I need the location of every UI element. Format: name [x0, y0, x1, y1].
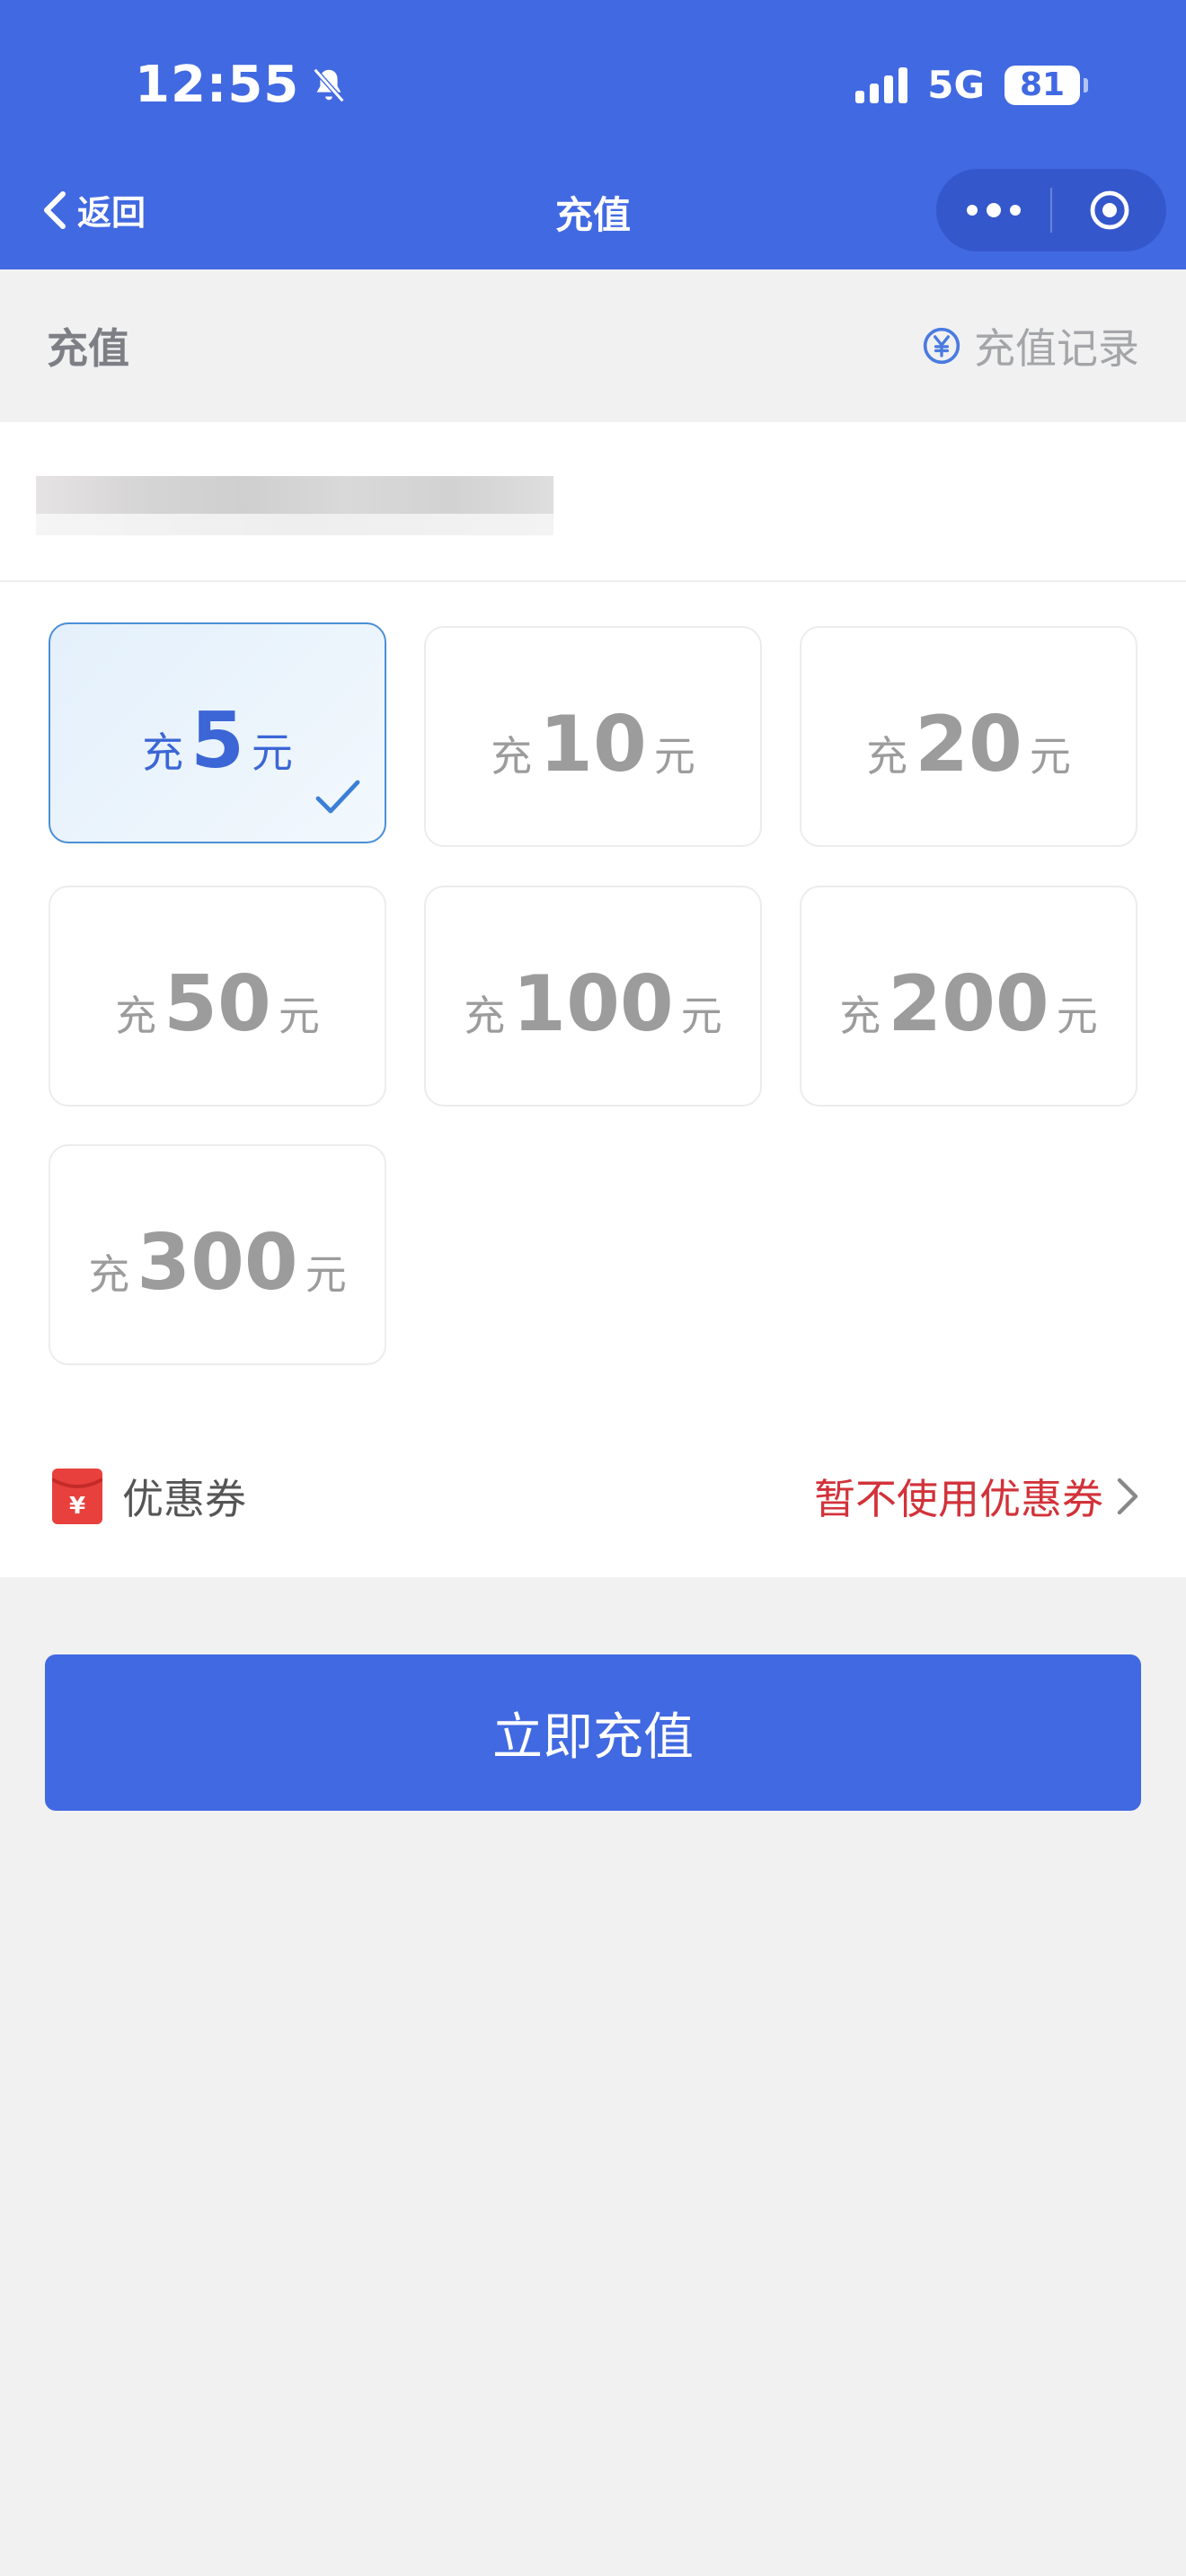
account-card — [0, 422, 1186, 582]
status-time-text: 12:55 — [135, 56, 300, 114]
amount-option-5[interactable]: 充 5 元 — [49, 622, 386, 843]
coupon-selector[interactable]: 暂不使用优惠券 — [814, 1467, 1139, 1526]
bell-muted-icon — [313, 67, 345, 102]
more-dots-icon — [966, 203, 1021, 217]
option-suffix: 元 — [251, 728, 293, 777]
section-title: 充值 — [47, 324, 129, 373]
option-suffix: 元 — [305, 1250, 347, 1299]
option-amount: 5 — [190, 696, 244, 786]
option-prefix: 充 — [142, 728, 184, 777]
option-amount: 200 — [888, 959, 1049, 1049]
more-button[interactable] — [936, 169, 1050, 251]
yuan-circle-icon — [923, 327, 960, 365]
red-envelope-icon: ¥ — [52, 1469, 102, 1524]
redacted-account-info-shadow — [36, 514, 553, 535]
option-suffix: 元 — [1029, 732, 1071, 781]
status-time: 12:55 — [135, 56, 350, 114]
checkmark-icon — [315, 780, 360, 814]
chevron-right-icon — [1117, 1478, 1138, 1515]
miniprogram-capsule — [936, 169, 1166, 251]
option-amount: 300 — [137, 1218, 298, 1308]
option-amount: 50 — [164, 959, 271, 1049]
battery-level: 81 — [1019, 66, 1066, 103]
recharge-record-label: 充值记录 — [974, 324, 1139, 373]
amount-option-100[interactable]: 充 100 元 — [424, 886, 762, 1107]
network-type: 5G — [927, 63, 985, 107]
close-miniprogram-button[interactable] — [1052, 169, 1166, 251]
section-header: 充值 充值记录 — [0, 269, 1186, 422]
amount-option-10[interactable]: 充 10 元 — [424, 626, 762, 847]
option-suffix: 元 — [680, 992, 722, 1040]
option-prefix: 充 — [88, 1250, 130, 1299]
option-prefix: 充 — [839, 992, 881, 1040]
status-indicators: 5G 81 — [855, 63, 1088, 107]
option-prefix: 充 — [491, 732, 533, 781]
option-amount: 100 — [512, 959, 674, 1049]
signal-icon — [855, 66, 908, 103]
coupon-value: 暂不使用优惠券 — [814, 1475, 1103, 1523]
coupon-label: 优惠券 — [122, 1475, 246, 1523]
top-bar: 12:55 5G 81 返回 充值 — [0, 0, 1186, 269]
option-prefix: 充 — [866, 732, 908, 781]
option-prefix: 充 — [464, 992, 506, 1040]
target-icon — [1090, 190, 1128, 230]
recharge-record-link[interactable]: 充值记录 — [922, 316, 1139, 375]
option-suffix: 元 — [1056, 992, 1098, 1040]
svg-text:¥: ¥ — [69, 1493, 85, 1520]
option-suffix: 元 — [653, 732, 695, 781]
coupon-row[interactable]: ¥ 优惠券 暂不使用优惠券 — [0, 1416, 1186, 1577]
option-suffix: 元 — [278, 992, 320, 1040]
coupon-label-group: ¥ 优惠券 — [52, 1467, 246, 1526]
recharge-now-button[interactable]: 立即充值 — [45, 1654, 1141, 1811]
option-prefix: 充 — [115, 992, 157, 1040]
redacted-account-info — [36, 476, 553, 514]
amount-options: 充 5 元 充 10 元 充 20 元 充 50 元 充 100 元 充 200… — [0, 582, 1186, 1417]
option-amount: 10 — [539, 700, 647, 790]
option-amount: 20 — [915, 700, 1022, 790]
amount-option-300[interactable]: 充 300 元 — [49, 1144, 386, 1365]
battery-icon: 81 — [1005, 65, 1088, 105]
amount-option-50[interactable]: 充 50 元 — [49, 886, 386, 1107]
amount-option-200[interactable]: 充 200 元 — [800, 886, 1137, 1107]
amount-option-20[interactable]: 充 20 元 — [800, 626, 1137, 847]
